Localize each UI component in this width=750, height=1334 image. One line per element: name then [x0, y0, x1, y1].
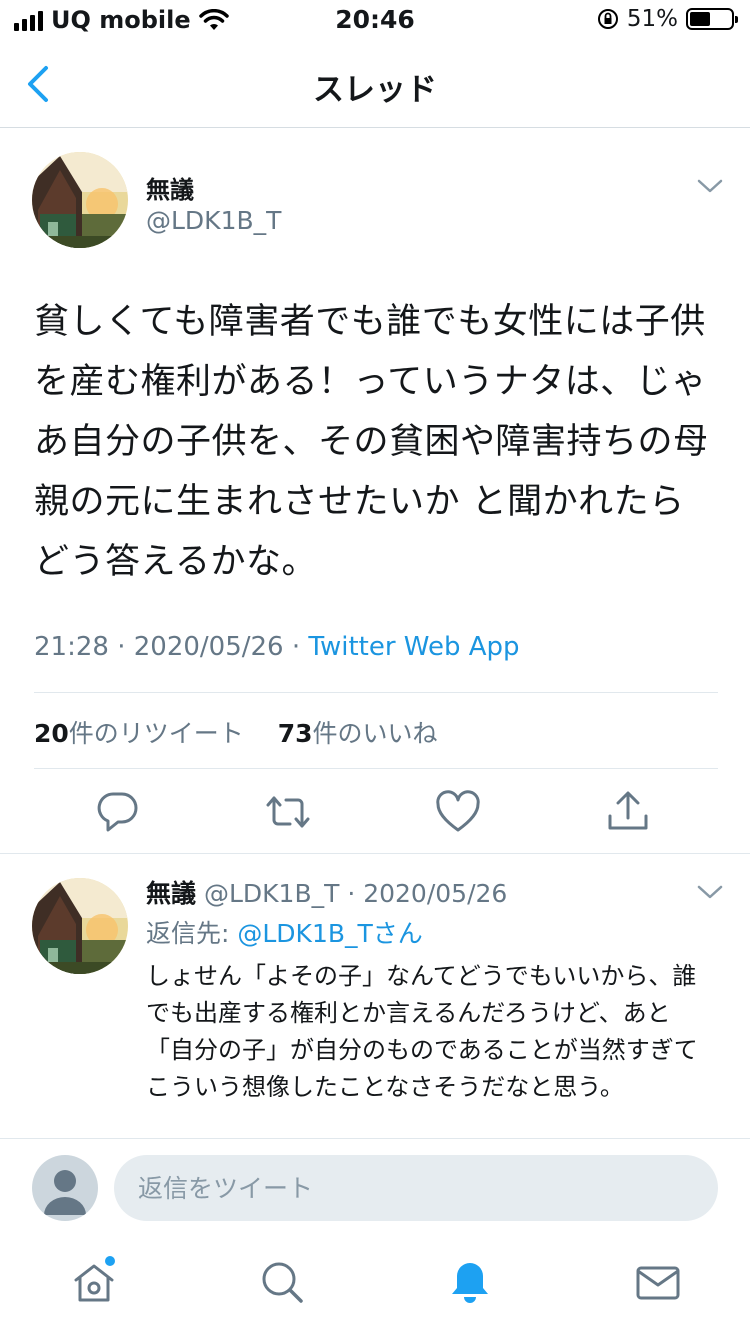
avatar[interactable] [32, 878, 128, 974]
search-icon[interactable] [258, 1258, 306, 1306]
reply-icon[interactable] [94, 788, 142, 836]
battery-percent: 51% [626, 6, 678, 32]
like-count: 73 [277, 719, 313, 748]
like-label: 件のいいね [312, 719, 438, 748]
retweet-icon[interactable] [264, 788, 312, 836]
messages-mail-icon[interactable] [634, 1258, 682, 1306]
default-avatar-icon [32, 1155, 98, 1221]
tweet-source-link[interactable]: Twitter Web App [308, 632, 519, 662]
like-heart-icon[interactable] [434, 788, 482, 836]
share-icon[interactable] [604, 788, 652, 836]
status-right: 51% [597, 6, 738, 32]
tweet-actions [0, 788, 750, 852]
like-stat[interactable]: 73件のいいね [278, 719, 438, 748]
tweet-meta: 21:28 · 2020/05/26 · Twitter Web App [34, 632, 520, 662]
battery-level [690, 12, 711, 26]
reply-date: 2020/05/26 [363, 879, 508, 908]
battery-icon [686, 8, 738, 30]
retweet-count: 20 [34, 719, 69, 748]
notification-dot [105, 1256, 115, 1266]
author-name[interactable]: 無議 [146, 170, 194, 205]
avatar[interactable] [32, 152, 128, 248]
reply-composer [0, 1138, 750, 1236]
reply-to-label: 返信先: [146, 919, 238, 948]
reply-author-name[interactable]: 無議 [146, 879, 196, 908]
tab-bar [0, 1236, 750, 1334]
divider [34, 692, 718, 693]
status-bar: UQ mobile 20:46 51% [0, 0, 750, 40]
chevron-down-icon[interactable] [696, 882, 724, 902]
reply-to: 返信先: @LDK1B_Tさん [146, 914, 423, 950]
tweet-text: 貧しくても障害者でも誰でも女性には子供を産む権利がある！っていうナタは、じゃあ自… [34, 302, 709, 582]
tweet-stats: 20件のリツイート 73件のいいね [34, 714, 438, 750]
chevron-down-icon[interactable] [696, 176, 724, 196]
divider [34, 768, 718, 769]
reply-to-handle[interactable]: @LDK1B_Tさん [237, 919, 422, 948]
separator [0, 853, 750, 854]
reply-input[interactable] [114, 1155, 718, 1221]
page-title: スレッド [313, 72, 437, 108]
reply-author-handle[interactable]: @LDK1B_T [204, 879, 339, 908]
retweet-label: 件のリツイート [68, 719, 244, 748]
author-handle[interactable]: @LDK1B_T [146, 206, 281, 235]
reply-text: しょせん「よその子」なんてどうでもいいから、誰でも出産する権利とか言えるんだろう… [146, 962, 698, 1101]
tweet-date: 2020/05/26 [133, 632, 284, 662]
notifications-bell-icon[interactable] [446, 1258, 494, 1306]
retweet-stat[interactable]: 20件のリツイート [34, 719, 244, 748]
rotation-lock-icon [597, 9, 618, 29]
reply-header: 無議 @LDK1B_T · 2020/05/26 [146, 879, 508, 908]
nav-bar: スレッド [0, 40, 750, 128]
tweet-time: 21:28 [34, 632, 109, 662]
